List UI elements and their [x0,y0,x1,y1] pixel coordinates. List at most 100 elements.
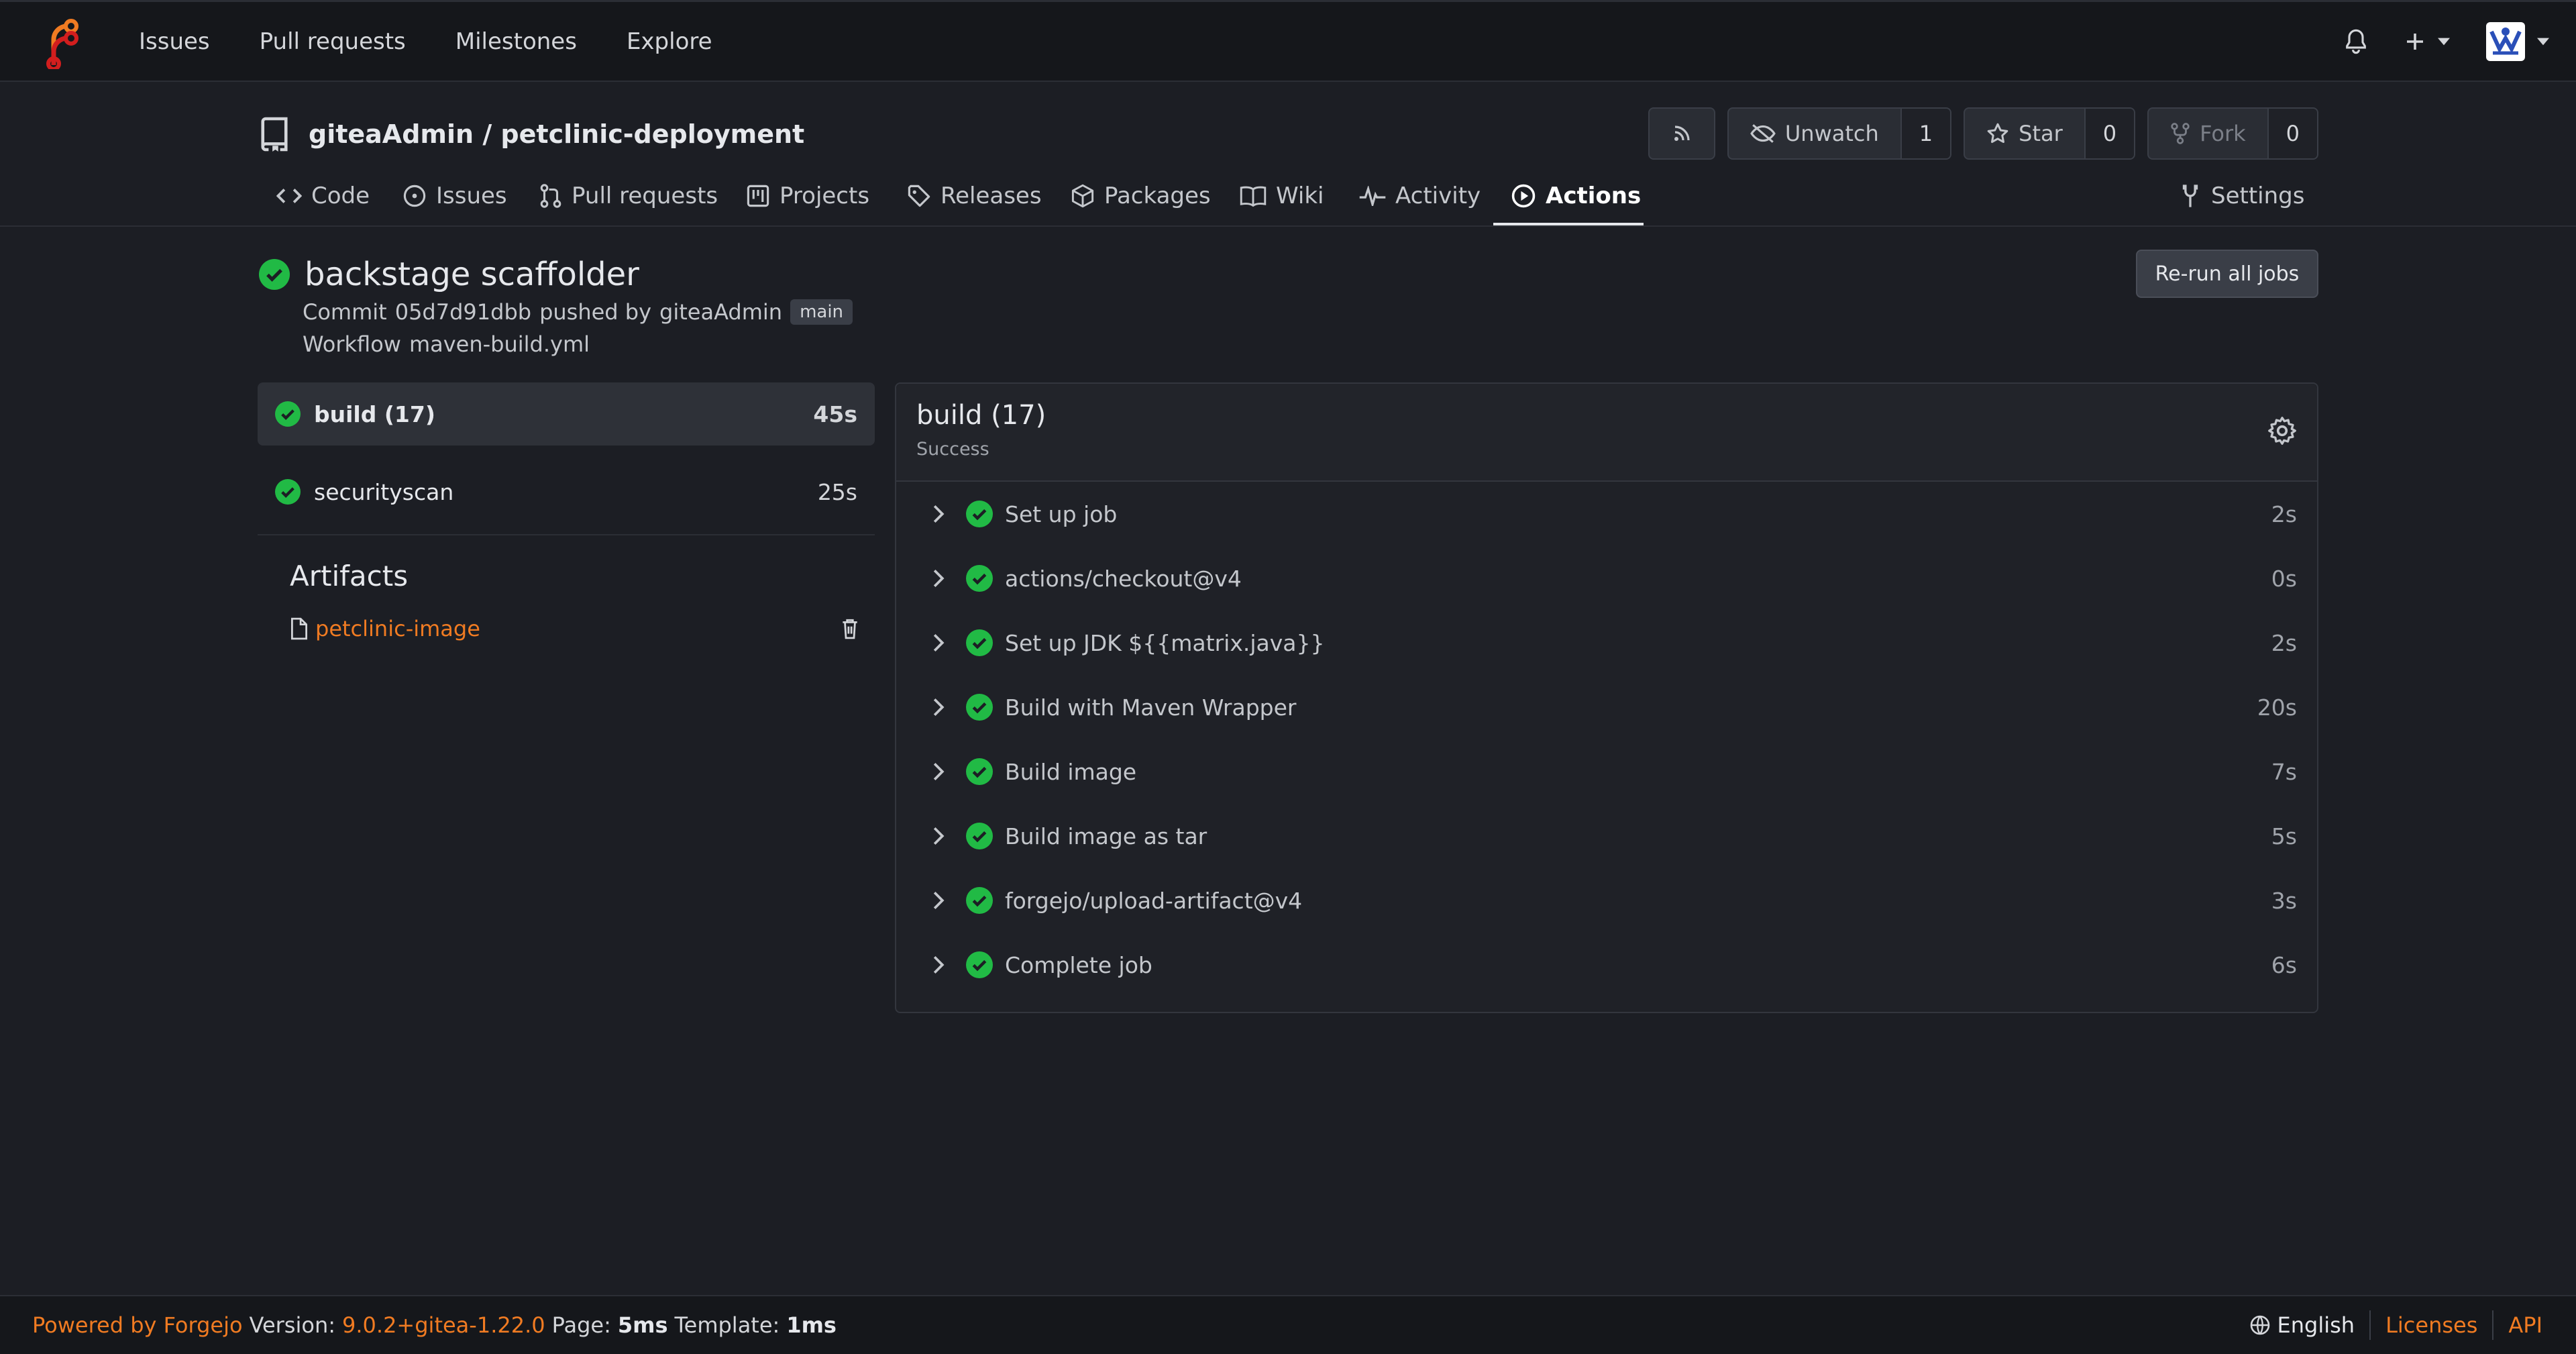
run-title: backstage scaffolder [305,256,639,293]
user-menu-button[interactable] [2486,22,2549,61]
stars-count[interactable]: 0 [2084,109,2135,158]
job-settings-button[interactable] [2267,416,2297,446]
fork-label: Fork [2200,121,2246,146]
nav-explore[interactable]: Explore [602,28,737,55]
tab-projects-label: Projects [780,183,870,209]
tab-wiki[interactable]: Wiki [1240,165,1324,227]
workflow-label: Workflow [303,331,401,357]
job-item-securityscan[interactable]: securityscan 25s [258,460,875,523]
chevron-right-icon[interactable] [931,955,950,974]
tab-settings[interactable]: Settings [2179,165,2304,227]
job-step-row[interactable]: forgejo/upload-artifact@v4 3s [896,868,2317,933]
package-icon [1071,184,1094,208]
unwatch-label: Unwatch [1784,121,1879,146]
tab-pull-requests[interactable]: Pull requests [539,165,718,227]
globe-icon [2250,1315,2269,1335]
template-time-label: Template: [674,1312,780,1338]
project-icon [747,185,769,207]
version-label: Version: [249,1312,335,1338]
commit-sha-link[interactable]: 05d7d91dbb [395,299,531,325]
chevron-right-icon[interactable] [931,891,950,910]
unwatch-button[interactable]: Unwatch 1 [1727,107,1952,160]
delete-artifact-button[interactable] [841,618,859,639]
job-step-row[interactable]: Set up job 2s [896,482,2317,546]
job-step-row[interactable]: actions/checkout@v4 0s [896,546,2317,611]
chevron-right-icon[interactable] [931,827,950,845]
template-time: 1ms [786,1312,837,1338]
step-name: Build image [1005,758,1137,785]
rss-feed-button[interactable] [1648,107,1715,160]
success-check-icon [966,951,993,978]
jobs-sidebar: build (17) 45s securityscan 25s Artifact… [258,382,875,645]
tab-issues[interactable]: Issues [402,165,507,227]
tab-activity-label: Activity [1395,183,1481,209]
job-step-row[interactable]: Build image as tar 5s [896,804,2317,868]
pulse-icon [1359,186,1386,206]
tab-actions[interactable]: Actions [1511,165,1641,227]
forks-count[interactable]: 0 [2267,109,2317,158]
workflow-file-link[interactable]: maven-build.yml [409,331,590,357]
star-button[interactable]: Star 0 [1964,107,2136,160]
job-duration: 45s [813,401,857,427]
chevron-right-icon[interactable] [931,569,950,588]
branch-badge[interactable]: main [790,299,853,325]
play-icon [1511,184,1536,208]
commit-label: Commit [303,299,387,325]
run-title-row: backstage scaffolder [259,254,639,295]
step-duration: 6s [2271,951,2297,978]
repo-header: giteaAdmin / petclinic-deployment Unwatc… [259,107,2318,161]
tab-wiki-label: Wiki [1276,183,1324,209]
success-check-icon [275,401,301,427]
notifications-button[interactable] [2344,28,2368,55]
step-duration: 0s [2271,565,2297,592]
powered-by-link[interactable]: Powered by Forgejo [32,1312,243,1338]
nav-pull-requests[interactable]: Pull requests [235,28,431,55]
tab-projects[interactable]: Projects [746,165,869,227]
tab-releases[interactable]: Releases [907,165,1042,227]
top-navbar: Issues Pull requests Milestones Explore [0,0,2576,82]
success-check-icon [966,758,993,785]
fork-button[interactable]: Fork 0 [2147,107,2318,160]
success-check-icon [966,823,993,849]
job-step-row[interactable]: Set up JDK ${{matrix.java}} 2s [896,611,2317,675]
job-item-build[interactable]: build (17) 45s [258,382,875,446]
forgejo-logo-icon[interactable] [42,18,82,69]
licenses-link[interactable]: Licenses [2385,1312,2477,1338]
create-new-button[interactable] [2404,31,2450,52]
artifacts-heading: Artifacts [290,560,409,592]
rerun-all-jobs-button[interactable]: Re-run all jobs [2136,250,2318,298]
job-step-row[interactable]: Build with Maven Wrapper 20s [896,675,2317,739]
nav-milestones[interactable]: Milestones [431,28,602,55]
bell-icon [2346,29,2366,54]
plus-icon [2407,34,2423,50]
artifact-item: petclinic-image [290,613,875,645]
run-workflow-info: Workflow maven-build.yml [303,331,590,357]
tab-activity[interactable]: Activity [1359,165,1481,227]
book-icon [1240,186,1267,207]
api-link[interactable]: API [2508,1312,2542,1338]
tab-packages-label: Packages [1104,183,1211,209]
author-link[interactable]: giteaAdmin [659,299,782,325]
tab-code[interactable]: Code [276,165,370,227]
step-duration: 2s [2271,629,2297,656]
tab-packages[interactable]: Packages [1071,165,1211,227]
job-step-row[interactable]: Complete job 6s [896,933,2317,997]
pushed-by-label: pushed by [539,299,652,325]
repo-name-link[interactable]: giteaAdmin / petclinic-deployment [309,119,804,149]
step-name: forgejo/upload-artifact@v4 [1005,887,1303,914]
chevron-right-icon[interactable] [931,762,950,781]
chevron-right-icon[interactable] [931,698,950,717]
success-check-icon [966,694,993,721]
star-label: Star [2019,121,2063,146]
job-step-row[interactable]: Build image 7s [896,739,2317,804]
language-selector[interactable]: English [2277,1312,2355,1338]
chevron-right-icon[interactable] [931,505,950,523]
nav-issues[interactable]: Issues [114,28,235,55]
artifact-download-link[interactable]: petclinic-image [315,616,835,641]
step-duration: 7s [2271,758,2297,785]
watchers-count[interactable]: 1 [1900,109,1951,158]
step-duration: 5s [2271,823,2297,849]
version-link[interactable]: 9.0.2+gitea-1.22.0 [342,1312,545,1338]
run-commit-info: Commit 05d7d91dbb pushed by giteaAdmin m… [303,299,853,325]
chevron-right-icon[interactable] [931,633,950,652]
